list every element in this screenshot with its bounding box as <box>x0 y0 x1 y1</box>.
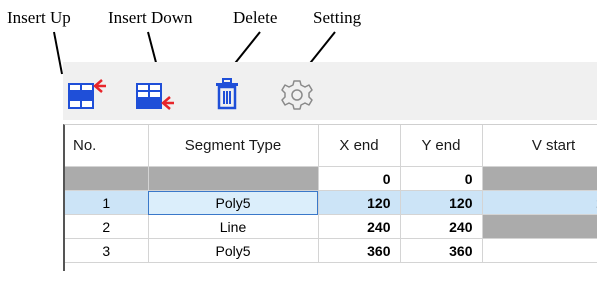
setting-button[interactable] <box>277 76 317 112</box>
segment-table: No. Segment Type X end Y end V start 0 0… <box>63 124 597 271</box>
cell-x-end[interactable]: 120 <box>318 190 401 215</box>
gear-icon <box>281 80 313 110</box>
cell-segment-type[interactable]: Line <box>148 214 319 239</box>
cell-y-end[interactable]: 360 <box>400 238 483 263</box>
cell-x-end[interactable]: 0 <box>318 166 401 191</box>
table-insert-down-icon <box>136 83 174 110</box>
cell-no <box>65 166 149 191</box>
trash-icon <box>216 78 238 110</box>
initial-row: 0 0 <box>65 166 597 191</box>
cell-v-start <box>482 166 597 191</box>
cell-v-start[interactable]: 1.4 <box>482 190 597 215</box>
table-row[interactable]: 3 Poly5 360 360 1 <box>65 238 597 263</box>
callout-delete: Delete <box>233 8 278 27</box>
header-y-end[interactable]: Y end <box>400 125 483 167</box>
leader-insert-up <box>53 31 63 75</box>
header-x-end[interactable]: X end <box>318 125 401 167</box>
header-segment-type[interactable]: Segment Type <box>148 125 319 167</box>
cell-segment-type[interactable]: Poly5 <box>148 238 319 263</box>
callout-insert-up: Insert Up <box>7 8 71 27</box>
table-row[interactable]: 2 Line 240 240 1 <box>65 214 597 239</box>
table-insert-up-icon <box>68 79 106 109</box>
cell-segment-type[interactable]: Poly5 <box>148 190 319 215</box>
delete-button[interactable] <box>208 76 248 112</box>
cell-y-end[interactable]: 0 <box>400 166 483 191</box>
cell-x-end[interactable]: 360 <box>318 238 401 263</box>
insert-down-button[interactable] <box>135 76 175 112</box>
header-v-start[interactable]: V start <box>482 125 597 167</box>
table-header-row: No. Segment Type X end Y end V start <box>65 125 597 167</box>
table-row[interactable]: 1 Poly5 120 120 1.4 <box>65 190 597 215</box>
toolbar <box>63 62 597 120</box>
cell-v-start: 1 <box>482 214 597 239</box>
cell-no: 1 <box>65 190 149 215</box>
callout-insert-down: Insert Down <box>108 8 193 27</box>
callout-setting: Setting <box>313 8 362 27</box>
insert-up-button[interactable] <box>67 76 107 112</box>
cell-v-start[interactable]: 1 <box>482 238 597 263</box>
cell-no: 3 <box>65 238 149 263</box>
cell-y-end[interactable]: 120 <box>400 190 483 215</box>
cell-y-end[interactable]: 240 <box>400 214 483 239</box>
cell-no: 2 <box>65 214 149 239</box>
cell-segment-type <box>148 166 319 191</box>
cell-x-end[interactable]: 240 <box>318 214 401 239</box>
header-no[interactable]: No. <box>65 125 149 167</box>
